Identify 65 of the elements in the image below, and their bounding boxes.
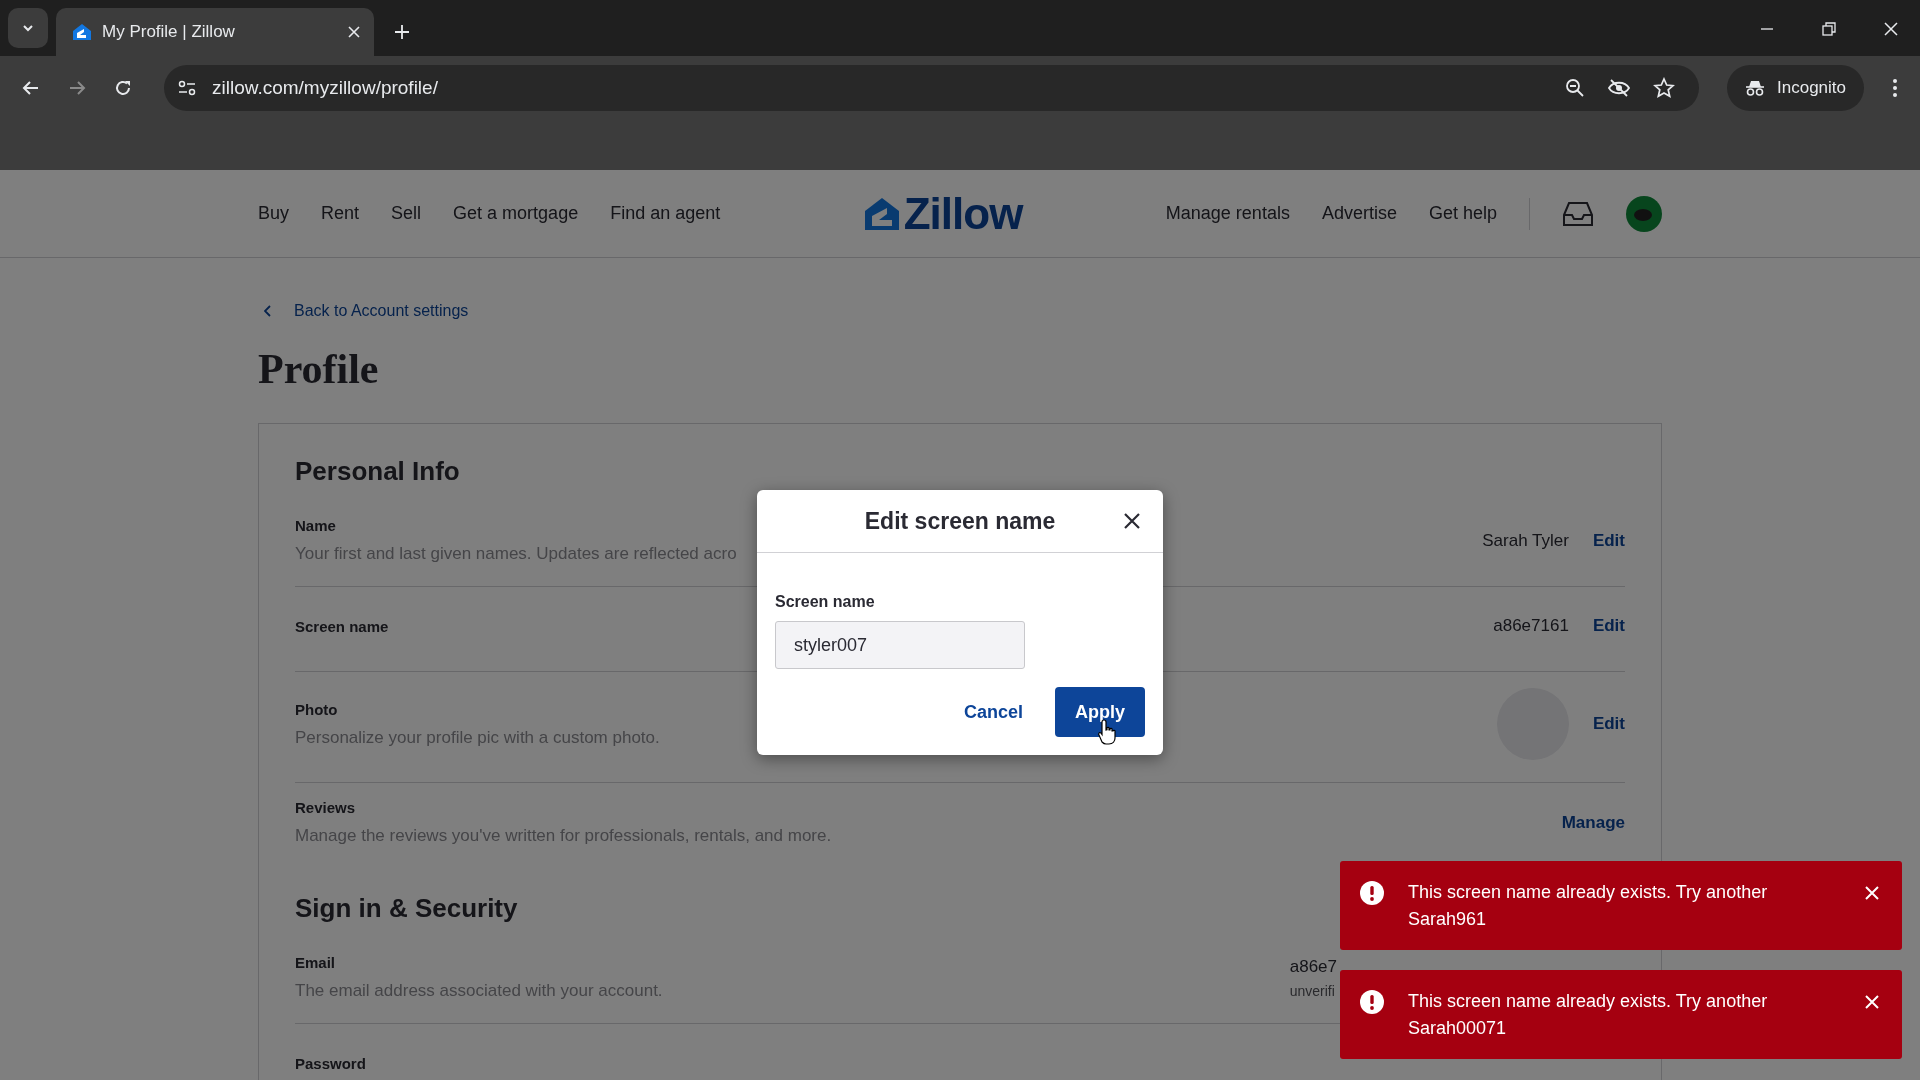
- back-link[interactable]: Back to Account settings: [258, 302, 469, 320]
- inbox-icon[interactable]: [1562, 200, 1594, 227]
- nav-link[interactable]: Find an agent: [610, 203, 721, 224]
- edit-link[interactable]: Manage: [1561, 812, 1625, 833]
- field-description: Manage the reviews you've written for professionals, rentals, and more.: [295, 826, 832, 846]
- field-label: Photo: [295, 700, 339, 718]
- dialog-title: Edit screen name: [864, 507, 1056, 535]
- edit-link[interactable]: Edit: [1592, 616, 1625, 636]
- field-label: Password: [295, 1054, 366, 1072]
- incognito-icon: [1745, 79, 1765, 97]
- alert-icon: [1360, 990, 1384, 1014]
- nav-link[interactable]: Get a mortgage: [453, 203, 579, 224]
- toast-suggestion: Sarah00071: [1408, 1017, 1508, 1039]
- new-tab-icon[interactable]: [394, 24, 410, 40]
- edit-link[interactable]: Edit: [1592, 714, 1625, 734]
- field-description: Your first and last given names. Updates are reflected acro: [295, 544, 737, 564]
- nav-link[interactable]: Rent: [321, 203, 360, 224]
- nav-link[interactable]: Sell: [391, 203, 422, 224]
- field-label: Screen name: [295, 617, 389, 635]
- menu-icon[interactable]: [1892, 78, 1898, 98]
- star-icon[interactable]: [1653, 77, 1675, 99]
- toast-message: This screen name already exists. Try another: [1408, 990, 1769, 1012]
- browser-tab[interactable]: My Profile | Zillow: [56, 8, 374, 56]
- field-label: Email: [295, 954, 337, 971]
- nav-link[interactable]: Buy: [258, 203, 290, 224]
- field-value: a86e7: [1289, 956, 1337, 977]
- incognito-button[interactable]: Incognito: [1727, 65, 1864, 111]
- apply-button[interactable]: Apply: [1055, 687, 1145, 737]
- chevron-left-icon: [264, 305, 272, 317]
- status-text: unverifi: [1289, 982, 1336, 999]
- close-icon[interactable]: [1123, 512, 1141, 530]
- edit-link[interactable]: Edit: [1592, 530, 1625, 551]
- url-text: zillow.com/myzillow/profile/: [212, 77, 438, 99]
- site-settings-icon[interactable]: [178, 80, 196, 96]
- field-label: Name: [295, 517, 337, 534]
- forward-icon[interactable]: [68, 79, 86, 97]
- tab-title: My Profile | Zillow: [102, 22, 236, 42]
- field-label: Reviews: [295, 799, 357, 816]
- field-value: a86e7161: [1493, 616, 1569, 636]
- zoom-icon[interactable]: [1565, 78, 1585, 98]
- section-heading: Sign in & Security: [295, 893, 518, 924]
- screen-name-field[interactable]: styler007: [775, 621, 1025, 669]
- reload-icon[interactable]: [114, 79, 132, 97]
- field-label: Screen name: [775, 593, 876, 611]
- toast-suggestion: Sarah961: [1408, 908, 1488, 930]
- back-icon[interactable]: [22, 79, 40, 97]
- alert-icon: [1360, 881, 1384, 905]
- house-icon: [72, 22, 92, 42]
- nav-link[interactable]: Advertise: [1321, 203, 1397, 224]
- nav-link[interactable]: Manage rentals: [1165, 203, 1290, 224]
- nav-link[interactable]: Get help: [1428, 203, 1497, 224]
- field-description: Personalize your profile pic with a custom photo.: [295, 727, 660, 748]
- eye-off-icon[interactable]: [1607, 78, 1631, 98]
- caret-icon: [22, 24, 34, 32]
- avatar-icon[interactable]: [1626, 195, 1662, 232]
- house-icon: [863, 196, 900, 231]
- section-heading: Personal Info: [295, 456, 460, 487]
- field-description: The email address associated with your account.: [295, 981, 663, 1001]
- address-bar[interactable]: zillow.com/myzillow/profile/: [164, 65, 1699, 111]
- toast-message: This screen name already exists. Try another: [1408, 881, 1769, 903]
- cancel-button[interactable]: Cancel: [957, 700, 1029, 724]
- field-value: Sarah Tyler: [1482, 530, 1569, 551]
- zillow-logo[interactable]: Zillow: [863, 188, 1023, 239]
- page-title: Profile: [258, 345, 380, 393]
- restore-icon[interactable]: [1822, 22, 1836, 36]
